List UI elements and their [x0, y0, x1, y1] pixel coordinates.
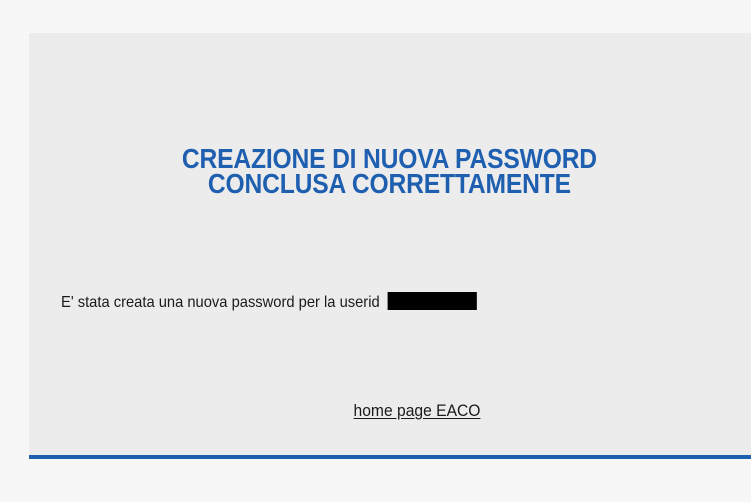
message-text: E' stata creata una nuova password per l… [61, 294, 380, 311]
page: CREAZIONE DI NUOVA PASSWORD CONCLUSA COR… [0, 0, 751, 502]
page-title: CREAZIONE DI NUOVA PASSWORD CONCLUSA COR… [72, 145, 707, 199]
confirmation-message: E' stata creata una nuova password per l… [61, 292, 477, 313]
title-line-2: CONCLUSA CORRETTAMENTE [207, 168, 571, 199]
home-page-link[interactable]: home page EACO [60, 400, 751, 422]
bottom-divider [29, 455, 751, 459]
confirmation-panel: CREAZIONE DI NUOVA PASSWORD CONCLUSA COR… [29, 33, 751, 455]
redacted-userid [387, 292, 477, 310]
